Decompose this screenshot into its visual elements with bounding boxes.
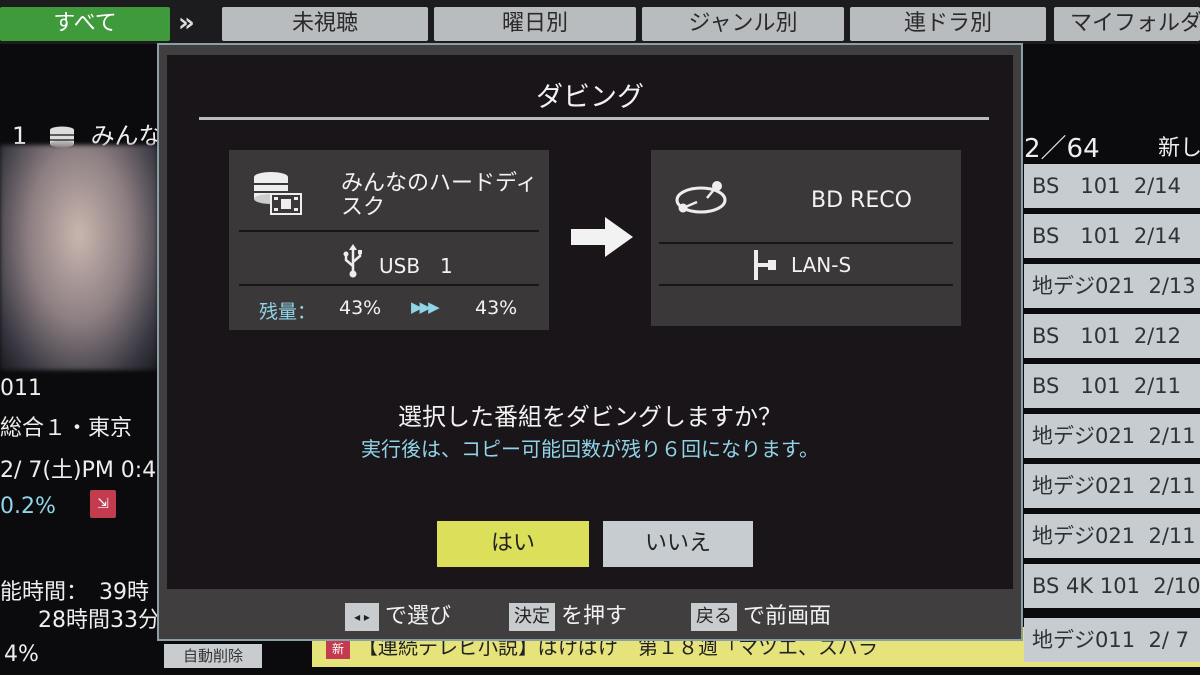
usb-icon bbox=[343, 244, 362, 278]
list-item[interactable]: BS 4K 101 2/10 bbox=[1024, 564, 1200, 608]
tab-by-drama[interactable]: 連ドラ別 bbox=[850, 7, 1046, 41]
program-thumbnail bbox=[0, 145, 158, 370]
dubbing-dialog: ダビング みんなのハードディスク USB 1 残量： 43% ▶▶▶ 43% B… bbox=[157, 43, 1023, 641]
yes-button[interactable]: はい bbox=[437, 521, 589, 567]
divider bbox=[659, 284, 953, 286]
dialog-body: ダビング みんなのハードディスク USB 1 残量： 43% ▶▶▶ 43% B… bbox=[167, 55, 1013, 589]
list-count: 2／64 bbox=[1024, 134, 1100, 164]
protect-icon: ⇲ bbox=[90, 490, 116, 518]
enter-key: 決定 bbox=[509, 603, 555, 631]
list-item[interactable]: 地デジ021 2/11 bbox=[1024, 514, 1200, 558]
bottom-percent: 4% bbox=[4, 642, 39, 667]
tab-bar: すべて » 未視聴 曜日別 ジャンル別 連ドラ別 マイフォルダ bbox=[0, 0, 1200, 44]
list-item[interactable]: 地デジ021 2/11 bbox=[1024, 464, 1200, 508]
divider bbox=[659, 242, 953, 244]
tab-all[interactable]: すべて bbox=[0, 7, 170, 41]
recordable-time-value: 28時間33分 bbox=[38, 608, 160, 633]
tab-by-genre[interactable]: ジャンル別 bbox=[642, 7, 844, 41]
source-port: USB 1 bbox=[379, 254, 453, 278]
list-item[interactable]: BS 101 2/14 bbox=[1024, 214, 1200, 258]
right-arrow-icon bbox=[571, 217, 633, 257]
channel-name: 総合１・東京 bbox=[0, 416, 133, 441]
usage-percent: 0.2% bbox=[0, 494, 56, 519]
list-item[interactable]: 地デジ021 2/11 bbox=[1024, 414, 1200, 458]
destination-connection: LAN-S bbox=[791, 253, 852, 277]
remaining-before: 43% bbox=[339, 297, 382, 319]
confirm-question: 選択した番組をダビングしますか？ bbox=[398, 403, 782, 431]
hint-back: 戻る で前画面 bbox=[691, 598, 831, 631]
record-datetime: 2/ 7(土)PM 0:4 bbox=[0, 458, 157, 483]
title-divider bbox=[199, 117, 989, 120]
remaining-after: 43% bbox=[475, 297, 518, 319]
list-item[interactable]: BS 101 2/14 bbox=[1024, 164, 1200, 208]
tab-my-folder[interactable]: マイフォルダ bbox=[1054, 7, 1200, 41]
lan-icon bbox=[754, 250, 776, 280]
tab-unwatched[interactable]: 未視聴 bbox=[222, 7, 428, 41]
list-item[interactable]: 地デジ021 2/13 bbox=[1024, 264, 1200, 308]
channel-number: 011 bbox=[0, 376, 42, 401]
hdd-icon bbox=[254, 172, 302, 215]
hint-select: ◂ ▸ で選び bbox=[345, 598, 451, 631]
sort-newest-label: 新し bbox=[1158, 136, 1200, 161]
auto-delete-badge: 自動削除 bbox=[164, 644, 262, 668]
no-button[interactable]: いいえ bbox=[603, 521, 753, 567]
source-device-panel: みんなのハードディスク USB 1 残量： 43% ▶▶▶ 43% bbox=[229, 150, 549, 330]
dialog-title: ダビング bbox=[536, 82, 644, 113]
new-tag: 新 bbox=[326, 638, 351, 659]
tab-by-weekday[interactable]: 曜日別 bbox=[434, 7, 636, 41]
hint-confirm: 決定 を押す bbox=[509, 598, 627, 631]
left-right-key-icon: ◂ ▸ bbox=[345, 603, 379, 631]
source-device-name: みんなのハードディスク bbox=[341, 171, 538, 220]
network-device-icon bbox=[675, 181, 727, 214]
triple-arrow-icon: ▶▶▶ bbox=[411, 298, 440, 316]
list-item[interactable]: BS 101 2/11 bbox=[1024, 364, 1200, 408]
list-item[interactable]: 地デジ011 2/ 7 bbox=[1024, 618, 1200, 662]
list-item[interactable]: BS 101 2/12 bbox=[1024, 314, 1200, 358]
tab-scroll-icon[interactable]: » bbox=[178, 8, 195, 38]
divider bbox=[239, 284, 539, 286]
copy-count-note: 実行後は、コピー可能回数が残り６回になります。 bbox=[361, 437, 819, 461]
remaining-label: 残量： bbox=[259, 301, 317, 323]
destination-device-name: BD RECO bbox=[811, 188, 912, 213]
destination-device-panel: BD RECO LAN-S bbox=[651, 150, 961, 326]
back-key: 戻る bbox=[691, 603, 737, 631]
divider bbox=[239, 230, 539, 232]
